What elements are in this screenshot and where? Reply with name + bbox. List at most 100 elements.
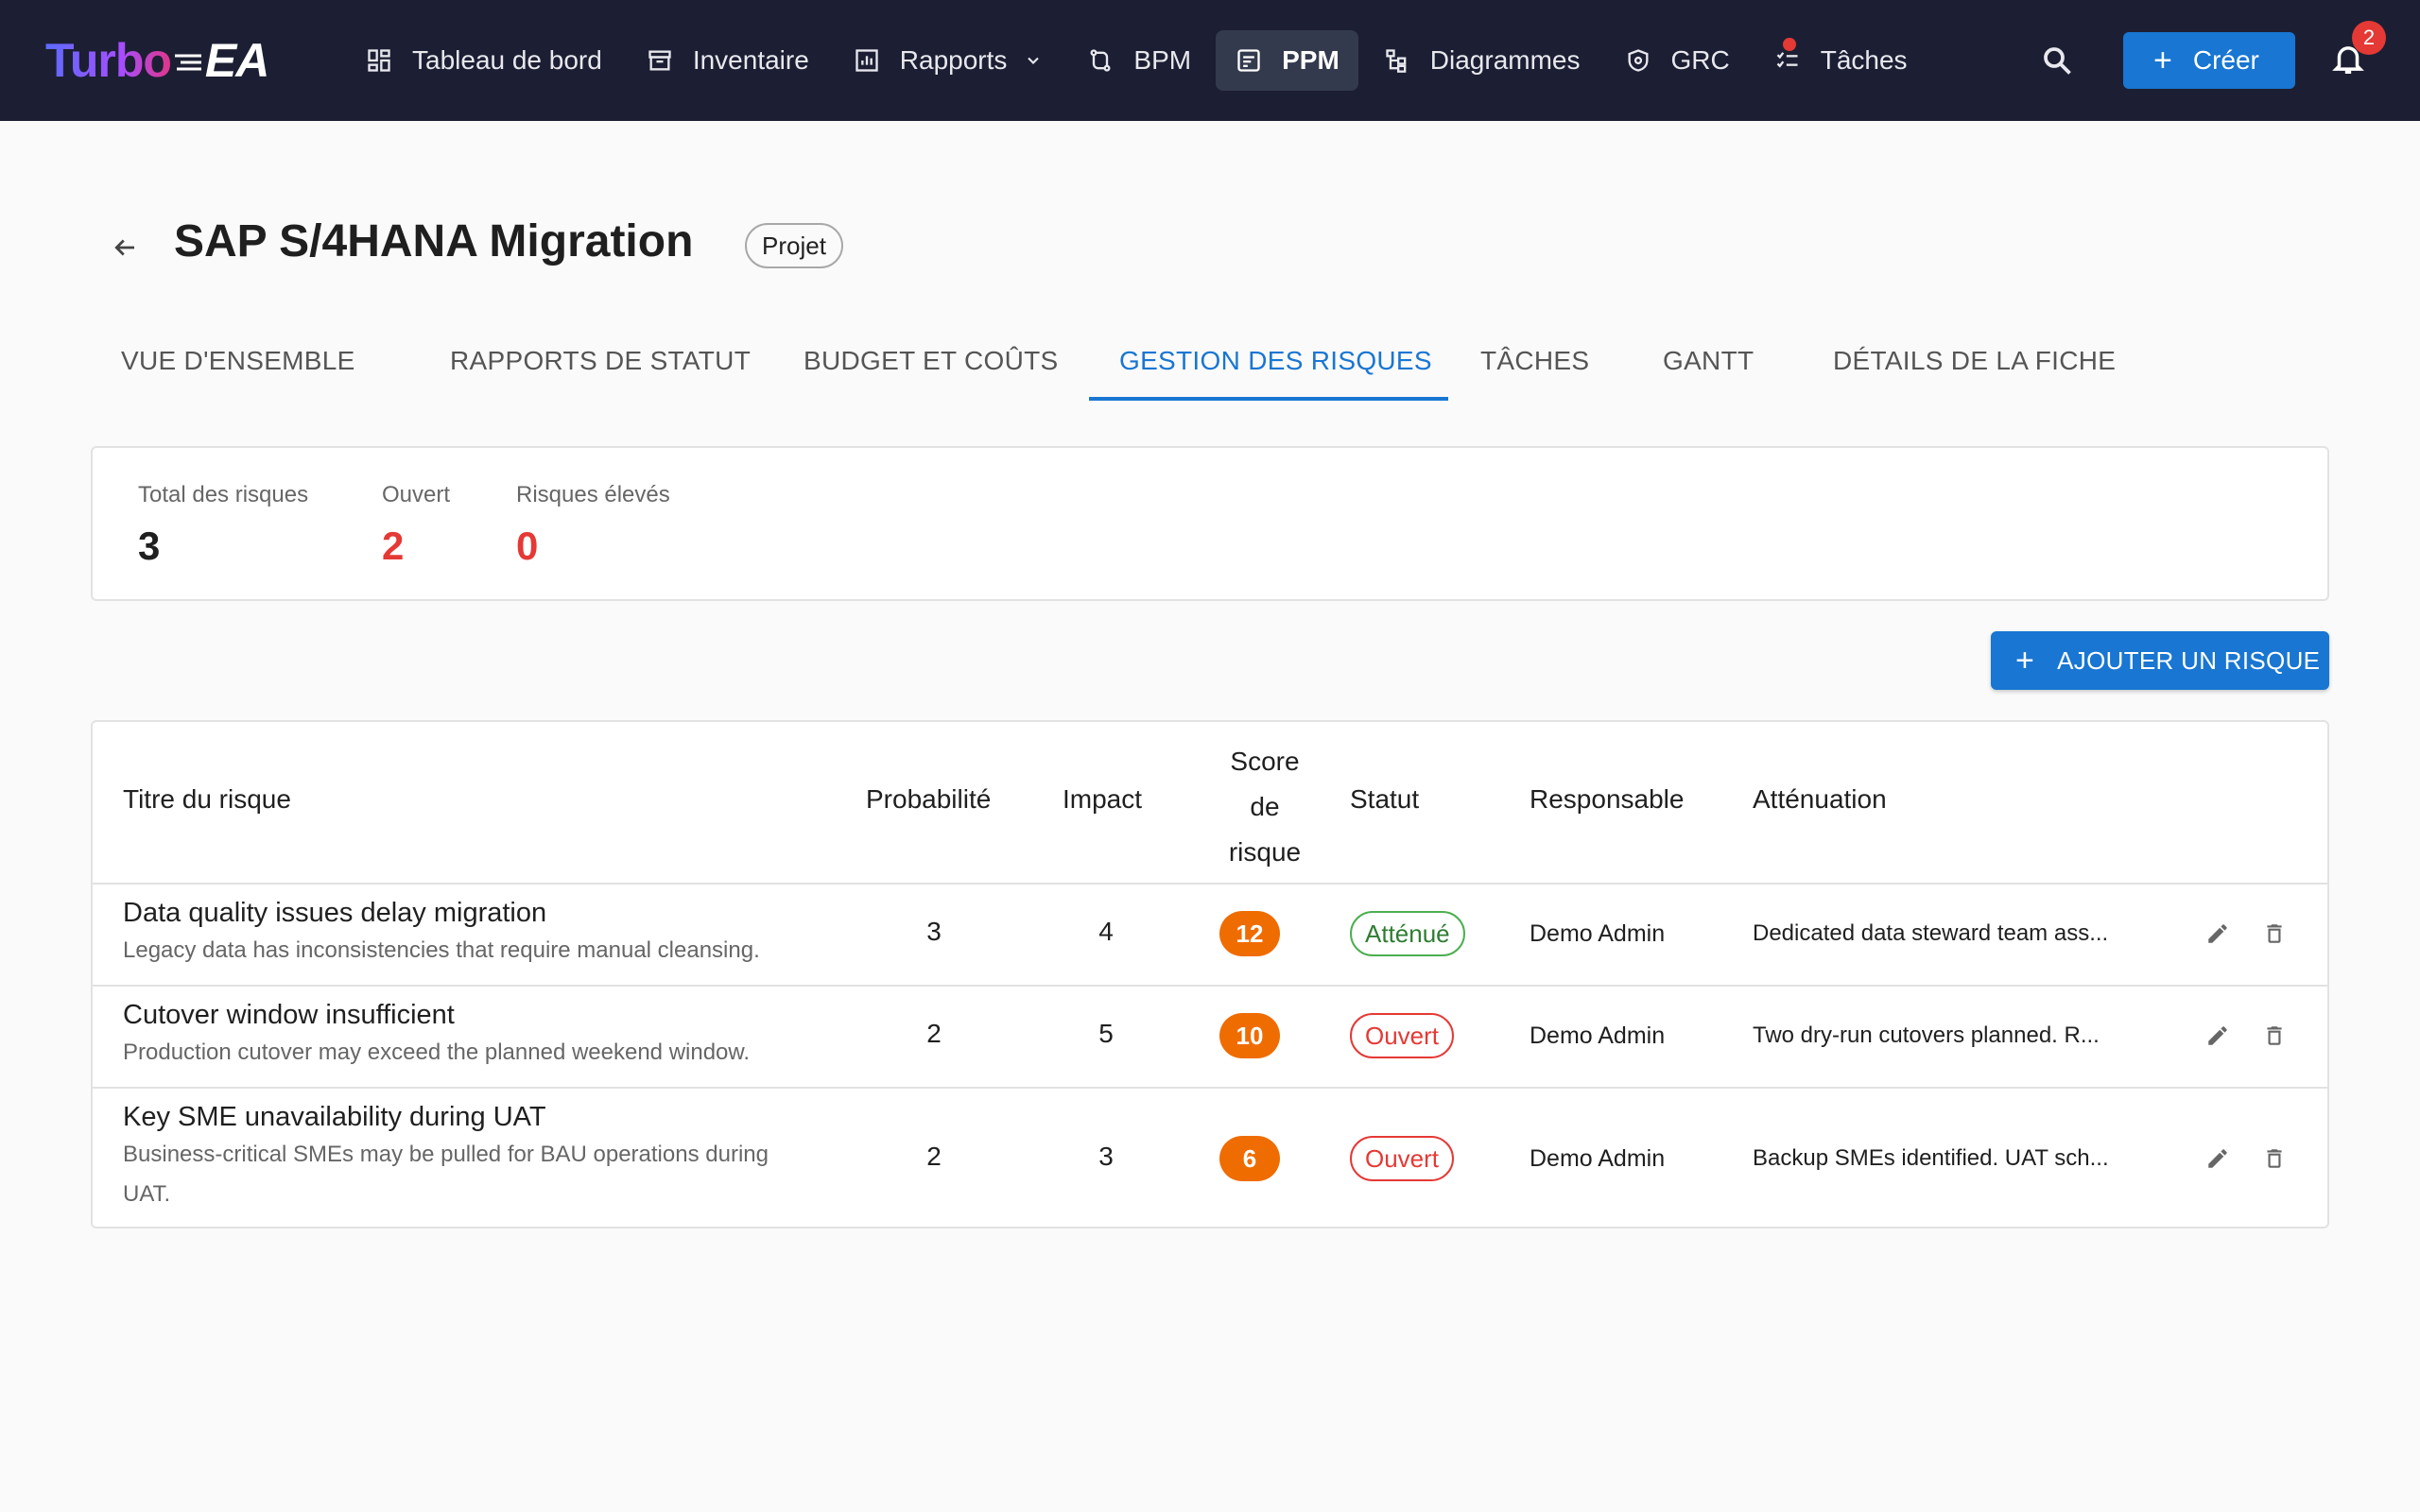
stat-value: 3	[138, 524, 161, 568]
nav-item-grc[interactable]: GRC	[1605, 30, 1749, 91]
pencil-icon	[2208, 924, 2227, 943]
trash-icon	[2267, 1149, 2282, 1168]
owner-name: Demo Admin	[1530, 1022, 1666, 1049]
table-row[interactable]: Key SME unavailability during UAT Busine…	[93, 1089, 2327, 1227]
main-nav: Tableau de bord Inventaire Rapports BPM	[346, 30, 1932, 91]
notification-count-badge: 2	[2352, 21, 2386, 55]
table-row[interactable]: Data quality issues delay migration Lega…	[93, 885, 2327, 987]
owner-name: Demo Admin	[1530, 1145, 1666, 1172]
diagrams-icon	[1383, 46, 1411, 75]
tab-gantt[interactable]: GANTT	[1630, 321, 1790, 401]
project-type-chip: Projet	[745, 223, 843, 268]
trash-icon	[2267, 924, 2282, 943]
create-button[interactable]: + Créer	[2123, 32, 2295, 89]
impact-value: 3	[1098, 1142, 1114, 1171]
back-button[interactable]	[104, 227, 146, 268]
chevron-down-icon	[1028, 57, 1040, 64]
nav-item-diagrams[interactable]: Diagrammes	[1364, 30, 1599, 91]
table-row[interactable]: Cutover window insufficient Production c…	[93, 987, 2327, 1089]
top-navigation-bar: Turbo EA Tableau de bord Inventaire Rapp…	[0, 0, 2420, 121]
header-impact: Impact	[1063, 784, 1143, 814]
create-label: Créer	[2192, 45, 2259, 75]
nav-item-tasks[interactable]: Tâches	[1754, 30, 1927, 91]
nav-item-inventory[interactable]: Inventaire	[627, 30, 828, 91]
tab-budget-costs[interactable]: BUDGET ET COÛTS	[768, 321, 1089, 401]
tab-risk-management[interactable]: GESTION DES RISQUES	[1089, 321, 1448, 401]
tab-card-details[interactable]: DÉTAILS DE LA FICHE	[1790, 321, 2150, 401]
nav-item-reports[interactable]: Rapports	[834, 30, 1063, 91]
dashboard-icon	[365, 46, 393, 75]
header-probability: Probabilité	[866, 784, 992, 814]
probability-value: 2	[926, 1142, 942, 1171]
risk-title: Data quality issues delay migration	[123, 898, 547, 928]
delete-button[interactable]	[2256, 1140, 2293, 1177]
nav-item-label: Diagrammes	[1429, 45, 1581, 75]
arrow-left-icon	[114, 239, 134, 256]
add-risk-button[interactable]: + AJOUTER UN RISQUE	[1991, 631, 2329, 690]
nav-item-label: Tableau de bord	[412, 45, 602, 75]
plus-icon: +	[2015, 643, 2035, 679]
risk-description: Legacy data has inconsistencies that req…	[123, 937, 760, 963]
header-owner: Responsable	[1530, 784, 1685, 814]
probability-value: 2	[926, 1019, 942, 1048]
logo-ea-text: EA	[204, 34, 269, 87]
project-tabs: VUE D'ENSEMBLE RAPPORTS DE STATUT BUDGET…	[91, 321, 2150, 401]
add-risk-label: AJOUTER UN RISQUE	[2057, 645, 2321, 675]
turbo-ea-logo[interactable]: Turbo EA	[45, 32, 269, 89]
impact-value: 5	[1098, 1019, 1114, 1048]
stat-open-risks: Ouvert 2	[382, 482, 450, 569]
status-badge: Atténué	[1350, 911, 1465, 956]
stat-label: Total des risques	[138, 482, 309, 507]
delete-button[interactable]	[2256, 915, 2293, 953]
risk-score-badge: 6	[1219, 1136, 1280, 1181]
stat-high-risks: Risques élevés 0	[516, 482, 670, 569]
stat-value: 2	[382, 524, 405, 568]
header-status: Statut	[1350, 784, 1420, 814]
logo-turbo-text: Turbo	[45, 34, 172, 87]
tab-status-reports[interactable]: RAPPORTS DE STATUT	[412, 321, 768, 401]
header-score-line: de	[1250, 792, 1280, 821]
edit-button[interactable]	[2199, 915, 2237, 953]
header-mitigation: Atténuation	[1753, 784, 1887, 814]
stat-label: Ouvert	[382, 482, 451, 507]
tasks-alert-dot	[1782, 38, 1796, 51]
nav-item-label: PPM	[1282, 45, 1340, 75]
risk-score-badge: 10	[1219, 1013, 1280, 1058]
header-score-line: Score	[1230, 747, 1300, 776]
risk-title: Key SME unavailability during UAT	[123, 1102, 546, 1132]
stat-label: Risques élevés	[516, 482, 670, 507]
risk-table: Titre du risque Probabilité Impact Score…	[91, 720, 2329, 1228]
edit-button[interactable]	[2199, 1017, 2237, 1055]
plus-icon: +	[2153, 43, 2172, 78]
risk-title-cell: Cutover window insufficient Production c…	[123, 1000, 841, 1073]
nav-item-label: Inventaire	[692, 45, 809, 75]
nav-item-label: GRC	[1670, 45, 1730, 75]
risk-score-badge: 12	[1219, 911, 1280, 956]
ppm-icon	[1235, 46, 1263, 75]
status-badge: Ouvert	[1350, 1013, 1455, 1058]
search-icon	[2044, 47, 2071, 75]
tab-tasks[interactable]: TÂCHES	[1448, 321, 1630, 401]
tab-overview[interactable]: VUE D'ENSEMBLE	[91, 321, 412, 401]
bpm-icon	[1086, 46, 1115, 75]
mitigation-text: Backup SMEs identified. UAT sch...	[1753, 1145, 2109, 1171]
risk-title-cell: Key SME unavailability during UAT Busine…	[123, 1102, 804, 1214]
risk-summary-card: Total des risques 3 Ouvert 2 Risques éle…	[91, 446, 2329, 601]
nav-item-label: Rapports	[899, 45, 1008, 75]
nav-item-dashboard[interactable]: Tableau de bord	[346, 30, 621, 91]
stat-value: 0	[516, 524, 539, 568]
pencil-icon	[2208, 1026, 2227, 1045]
nav-item-ppm[interactable]: PPM	[1216, 30, 1358, 91]
nav-item-bpm[interactable]: BPM	[1067, 30, 1210, 91]
mitigation-text: Dedicated data steward team ass...	[1753, 920, 2109, 946]
delete-button[interactable]	[2256, 1017, 2293, 1055]
stat-total-risks: Total des risques 3	[138, 482, 308, 569]
risk-title-cell: Data quality issues delay migration Lega…	[123, 898, 841, 971]
header-score-line: risque	[1228, 837, 1302, 867]
impact-value: 4	[1098, 917, 1114, 946]
search-button[interactable]	[2034, 38, 2080, 83]
reports-icon	[853, 46, 881, 75]
nav-item-label: Tâches	[1820, 45, 1908, 75]
trash-icon	[2267, 1026, 2282, 1045]
edit-button[interactable]	[2199, 1140, 2237, 1177]
